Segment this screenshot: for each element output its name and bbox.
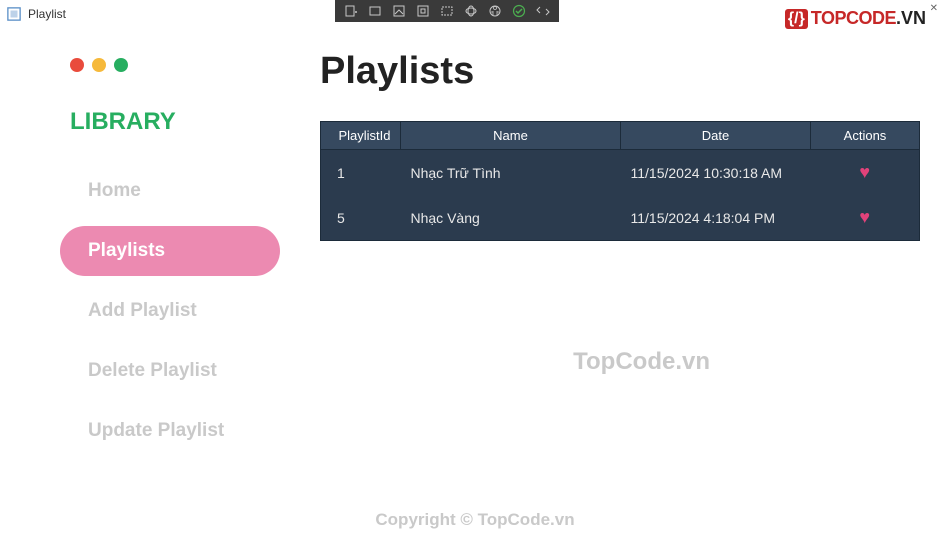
cell-id: 1 [321, 150, 401, 196]
content-area: Playlists PlaylistId Name Date Actions 1… [280, 28, 950, 536]
heart-icon[interactable]: ♥ [859, 207, 870, 227]
sidebar: LIBRARY Home Playlists Add Playlist Dele… [0, 28, 280, 536]
brand-braces-icon: {/} [785, 9, 808, 29]
nav-item-update-playlist[interactable]: Update Playlist [60, 406, 280, 456]
yellow-dot-icon [92, 58, 106, 72]
main-layout: LIBRARY Home Playlists Add Playlist Dele… [0, 28, 950, 536]
window-title: Playlist [28, 7, 66, 21]
cell-name: Nhạc Trữ Tình [401, 150, 621, 196]
cell-date: 11/15/2024 10:30:18 AM [621, 150, 811, 196]
table-header-row: PlaylistId Name Date Actions [321, 122, 920, 150]
col-header-id[interactable]: PlaylistId [321, 122, 401, 150]
col-header-actions[interactable]: Actions [811, 122, 920, 150]
dev-tool-check-icon[interactable] [507, 2, 531, 20]
brand-logo: {/} TOPCODE .VN [785, 8, 926, 29]
cell-actions: ♥ [811, 195, 920, 241]
dev-tool-7-icon[interactable] [483, 2, 507, 20]
brand-suffix: .VN [896, 8, 926, 29]
traffic-lights [70, 58, 280, 72]
brand-text: TOPCODE [811, 8, 896, 29]
dev-tool-3-icon[interactable] [387, 2, 411, 20]
dev-tool-4-icon[interactable] [411, 2, 435, 20]
watermark-center: TopCode.vn [573, 348, 710, 376]
table-row[interactable]: 1 Nhạc Trữ Tình 11/15/2024 10:30:18 AM ♥ [321, 150, 920, 196]
dev-tool-5-icon[interactable] [435, 2, 459, 20]
table-row[interactable]: 5 Nhạc Vàng 11/15/2024 4:18:04 PM ♥ [321, 195, 920, 241]
dev-toolbar [335, 0, 559, 22]
green-dot-icon [114, 58, 128, 72]
col-header-date[interactable]: Date [621, 122, 811, 150]
watermark-bottom: Copyright © TopCode.vn [375, 510, 574, 530]
dev-tool-2-icon[interactable] [363, 2, 387, 20]
cell-actions: ♥ [811, 150, 920, 196]
page-title: Playlists [320, 50, 920, 93]
nav-item-add-playlist[interactable]: Add Playlist [60, 286, 280, 336]
nav-item-home[interactable]: Home [60, 166, 280, 216]
dev-tool-arrows-icon[interactable] [531, 2, 555, 20]
cell-id: 5 [321, 195, 401, 241]
sidebar-header: LIBRARY [70, 108, 280, 136]
dev-tool-1-icon[interactable] [339, 2, 363, 20]
nav-item-delete-playlist[interactable]: Delete Playlist [60, 346, 280, 396]
dev-tool-6-icon[interactable] [459, 2, 483, 20]
red-dot-icon [70, 58, 84, 72]
app-icon [6, 6, 22, 22]
close-icon[interactable]: ✕ [930, 3, 938, 14]
nav-item-playlists[interactable]: Playlists [60, 226, 280, 276]
col-header-name[interactable]: Name [401, 122, 621, 150]
cell-name: Nhạc Vàng [401, 195, 621, 241]
playlist-table: PlaylistId Name Date Actions 1 Nhạc Trữ … [320, 121, 920, 241]
cell-date: 11/15/2024 4:18:04 PM [621, 195, 811, 241]
heart-icon[interactable]: ♥ [859, 162, 870, 182]
